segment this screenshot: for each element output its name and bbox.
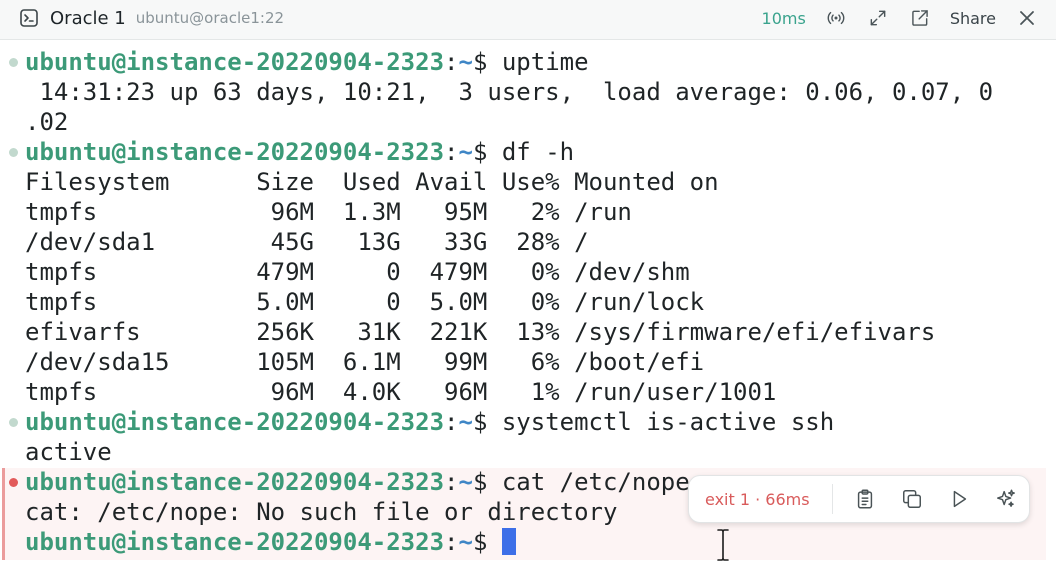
window-title: Oracle 1 xyxy=(50,7,126,29)
command-error-dot xyxy=(9,478,18,487)
prompt-colon: : xyxy=(444,468,459,496)
command-text: uptime xyxy=(487,48,589,76)
close-icon[interactable] xyxy=(1018,9,1036,27)
df-row: /dev/sda1 45G 13G 33G 28% / xyxy=(25,228,589,256)
copy-icon[interactable] xyxy=(888,479,935,519)
df-row: tmpfs 479M 0 479M 0% /dev/shm xyxy=(25,258,690,286)
command-text: df -h xyxy=(487,138,575,166)
output-line: active xyxy=(25,438,112,466)
clipboard-icon[interactable] xyxy=(841,479,888,519)
expand-icon[interactable] xyxy=(866,6,890,30)
prompt-user-host: ubuntu@instance-20220904-2323 xyxy=(25,48,445,76)
command-text: cat /etc/nope xyxy=(487,468,690,496)
title-area: Oracle 1 ubuntu@oracle1:22 xyxy=(20,0,284,36)
terminal-output[interactable]: ubuntu@instance-20220904-2323:~$ uptime … xyxy=(0,40,1056,584)
title-bar: Oracle 1 ubuntu@oracle1:22 10ms Share xyxy=(0,0,1056,40)
prompt-line: ubuntu@instance-20220904-2323:~$ systemc… xyxy=(25,407,1056,437)
broadcast-icon[interactable] xyxy=(824,6,848,30)
prompt-symbol: $ xyxy=(472,468,488,496)
df-row: /dev/sda15 105M 6.1M 99M 6% /boot/efi xyxy=(25,348,705,376)
command-status-dot xyxy=(9,418,18,427)
command-status-dot xyxy=(9,148,18,157)
prompt-path: ~ xyxy=(458,408,473,436)
prompt-line: ubuntu@instance-20220904-2323:~$ df -h xyxy=(25,137,1056,167)
prompt-user-host: ubuntu@instance-20220904-2323 xyxy=(25,528,445,556)
prompt-path: ~ xyxy=(458,48,473,76)
prompt-symbol: $ xyxy=(472,528,488,556)
prompt-user-host: ubuntu@instance-20220904-2323 xyxy=(25,468,445,496)
prompt-user-host: ubuntu@instance-20220904-2323 xyxy=(25,408,445,436)
terminal-icon xyxy=(20,9,38,27)
df-row: tmpfs 96M 1.3M 95M 2% /run xyxy=(25,198,632,226)
prompt-symbol: $ xyxy=(472,138,488,166)
sparkle-icon[interactable] xyxy=(982,479,1029,519)
play-icon[interactable] xyxy=(935,479,982,519)
text-cursor xyxy=(501,528,516,555)
df-row: tmpfs 96M 4.0K 96M 1% /run/user/1001 xyxy=(25,378,777,406)
prompt-path: ~ xyxy=(458,468,473,496)
latency-indicator: 10ms xyxy=(761,8,806,28)
prompt-line: ubuntu@instance-20220904-2323:~$ uptime xyxy=(25,47,1056,77)
output-line: .02 xyxy=(25,108,69,136)
connection-subtitle: ubuntu@oracle1:22 xyxy=(135,9,285,27)
open-external-icon[interactable] xyxy=(908,6,932,30)
output-line: 14:31:23 up 63 days, 10:21, 3 users, loa… xyxy=(25,78,994,106)
prompt-colon: : xyxy=(444,138,459,166)
active-prompt-line[interactable]: ubuntu@instance-20220904-2323:~$ xyxy=(25,527,1056,557)
command-text: systemctl is-active ssh xyxy=(487,408,835,436)
share-button[interactable]: Share xyxy=(950,9,996,28)
df-row: efivarfs 256K 31K 221K 13% /sys/firmware… xyxy=(25,318,936,346)
prompt-colon: : xyxy=(444,528,459,556)
title-actions: 10ms Share xyxy=(762,0,1036,36)
df-row: tmpfs 5.0M 0 5.0M 0% /run/lock xyxy=(25,288,705,316)
command-action-bar: exit 1 · 66ms xyxy=(688,475,1030,523)
prompt-path: ~ xyxy=(458,528,473,556)
prompt-colon: : xyxy=(444,408,459,436)
prompt-path: ~ xyxy=(458,138,473,166)
prompt-user-host: ubuntu@instance-20220904-2323 xyxy=(25,138,445,166)
df-header-row: Filesystem Size Used Avail Use% Mounted … xyxy=(25,168,719,196)
exit-status-badge: exit 1 · 66ms xyxy=(705,489,810,509)
text-cursor-pointer-icon xyxy=(717,529,729,561)
prompt-symbol: $ xyxy=(472,408,488,436)
command-status-dot xyxy=(9,58,18,67)
action-bar-divider xyxy=(832,484,834,514)
prompt-symbol: $ xyxy=(472,48,488,76)
command-input[interactable] xyxy=(487,528,501,556)
prompt-colon: : xyxy=(444,48,459,76)
